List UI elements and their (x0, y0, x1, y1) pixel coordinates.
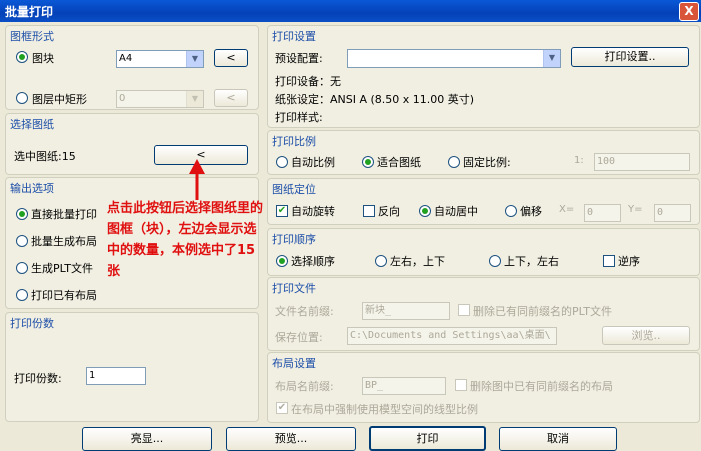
copies-input[interactable]: 1 (86, 367, 146, 385)
scale-fit-label: 适合图纸 (377, 156, 421, 169)
print-style: 打印样式: (275, 111, 323, 124)
scale-ratio-input[interactable]: 100 (594, 153, 690, 171)
print-order-title: 打印顺序 (272, 233, 316, 246)
offset-y-label: Y= (628, 204, 643, 215)
print-settings-group: 打印设置 预设配置: ▼ 打印设置.. 打印设备：无 纸张设定：ANSI A (… (267, 25, 700, 128)
block-combo[interactable]: A4 ▼ (116, 50, 204, 68)
order-reverse-checkbox[interactable] (603, 255, 615, 267)
scale-fixed-radio[interactable] (448, 156, 460, 168)
scale-ratio-prefix: 1: (574, 155, 584, 166)
auto-center-radio[interactable] (419, 205, 431, 217)
scale-auto-radio[interactable] (276, 156, 288, 168)
print-file-group: 打印文件 文件名前缀: 新块_ 删除已有同前缀名的PLT文件 保存位置: C:\… (267, 277, 700, 351)
preset-combo[interactable]: ▼ (347, 49, 561, 68)
print-button[interactable]: 打印 (369, 426, 486, 451)
chevron-down-icon[interactable]: ▼ (186, 91, 203, 107)
layout-settings-title: 布局设置 (272, 357, 316, 370)
save-location-input[interactable]: C:\Documents and Settings\aa\桌面\ (347, 327, 557, 345)
output-direct-label: 直接批量打印 (31, 208, 97, 221)
annotation-text: 点击此按钮后选择图纸里的图框（块），左边会显示选中的数量，本例选中了15张 (107, 201, 264, 279)
block-combo-value: A4 (119, 53, 133, 64)
output-plt-label: 生成PLT文件 (31, 262, 93, 275)
preview-button[interactable]: 预览... (226, 427, 356, 451)
copies-label: 打印份数: (14, 372, 62, 385)
auto-center-label: 自动居中 (434, 205, 478, 218)
sheet-position-group: 图纸定位 ✔ 自动旋转 反向 自动居中 偏移 X= 0 Y= 0 (267, 178, 700, 225)
layer-rect-radio[interactable] (16, 92, 28, 104)
layer-rect-combo[interactable]: 0 ▼ (116, 90, 204, 108)
layer-rect-combo-value: 0 (119, 93, 126, 104)
output-existing-label: 打印已有布局 (31, 289, 97, 302)
delete-plt-checkbox[interactable] (458, 304, 470, 316)
layout-prefix-input[interactable]: BP_ (362, 377, 446, 395)
order-lr-radio[interactable] (375, 255, 387, 267)
order-lr-label: 左右，上下 (390, 255, 445, 268)
annotation-arrow (189, 159, 205, 200)
output-layout-label: 批量生成布局 (31, 235, 97, 248)
output-plt-radio[interactable] (16, 262, 28, 274)
order-select-radio[interactable] (276, 255, 288, 267)
order-ud-label: 上下，左右 (504, 255, 559, 268)
delete-layout-checkbox[interactable] (455, 379, 467, 391)
reverse-label: 反向 (378, 205, 400, 218)
block-label: 图块 (32, 52, 54, 65)
auto-rotate-checkbox[interactable]: ✔ (276, 205, 288, 217)
auto-rotate-label: 自动旋转 (291, 205, 335, 218)
print-order-group: 打印顺序 选择顺序 左右，上下 上下，左右 逆序 (267, 228, 700, 276)
file-prefix-input[interactable]: 新块_ (362, 302, 450, 320)
layout-prefix-label: 布局名前缀: (275, 380, 334, 393)
order-select-label: 选择顺序 (291, 255, 335, 268)
select-sheets-title: 选择图纸 (10, 118, 54, 131)
offset-label: 偏移 (520, 205, 542, 218)
frame-form-group: 图框形式 图块 A4 ▼ < 图层中矩形 0 ▼ < (5, 25, 259, 110)
print-settings-title: 打印设置 (272, 30, 316, 43)
save-location-label: 保存位置: (275, 331, 323, 344)
select-sheets-group: 选择图纸 选中图纸:15 < (5, 113, 259, 175)
order-ud-radio[interactable] (489, 255, 501, 267)
reverse-checkbox[interactable] (363, 205, 375, 217)
output-direct-radio[interactable] (16, 208, 28, 220)
close-button[interactable]: X (679, 2, 699, 21)
offset-y-input[interactable]: 0 (654, 204, 691, 222)
cancel-button[interactable]: 取消 (499, 427, 617, 451)
title-bar: 批量打印 X (0, 0, 701, 22)
delete-plt-label: 删除已有同前缀名的PLT文件 (473, 305, 612, 318)
offset-x-label: X= (559, 204, 575, 215)
model-linetype-label: 在布局中强制使用模型空间的线型比例 (291, 403, 478, 416)
chevron-down-icon[interactable]: ▼ (543, 50, 560, 67)
file-prefix-label: 文件名前缀: (275, 305, 334, 318)
scale-fixed-label: 固定比例: (463, 156, 511, 169)
block-radio[interactable] (16, 51, 28, 63)
browse-button[interactable]: 浏览.. (602, 326, 690, 345)
layer-rect-label: 图层中矩形 (32, 93, 87, 106)
block-pick-button[interactable]: < (214, 49, 248, 67)
selected-count: 选中图纸:15 (14, 150, 76, 163)
chevron-down-icon[interactable]: ▼ (186, 51, 203, 67)
print-device: 打印设备：无 (275, 75, 341, 88)
print-scale-title: 打印比例 (272, 135, 316, 148)
window-title: 批量打印 (5, 5, 54, 19)
offset-x-input[interactable]: 0 (584, 204, 621, 222)
print-file-title: 打印文件 (272, 282, 316, 295)
model-linetype-checkbox[interactable]: ✔ (276, 402, 288, 414)
preset-label: 预设配置: (275, 52, 323, 65)
scale-auto-label: 自动比例 (291, 156, 335, 169)
output-layout-radio[interactable] (16, 235, 28, 247)
sheet-position-title: 图纸定位 (272, 183, 316, 196)
output-options-title: 输出选项 (10, 182, 54, 195)
print-scale-group: 打印比例 自动比例 适合图纸 固定比例: 1: 100 (267, 130, 700, 175)
scale-fit-radio[interactable] (362, 156, 374, 168)
layout-settings-group: 布局设置 布局名前缀: BP_ 删除图中已有同前缀名的布局 ✔ 在布局中强制使用… (267, 352, 700, 423)
print-setup-button[interactable]: 打印设置.. (571, 47, 689, 67)
output-existing-radio[interactable] (16, 289, 28, 301)
copies-group: 打印份数 打印份数: 1 (5, 312, 259, 422)
frame-form-title: 图框形式 (10, 30, 54, 43)
delete-layout-label: 删除图中已有同前缀名的布局 (470, 380, 613, 393)
offset-radio[interactable] (505, 205, 517, 217)
copies-title: 打印份数 (10, 317, 54, 330)
paper-setting: 纸张设定：ANSI A (8.50 x 11.00 英寸) (275, 93, 475, 106)
highlight-button[interactable]: 亮显... (82, 427, 212, 451)
order-reverse-label: 逆序 (618, 255, 640, 268)
layer-rect-pick-button[interactable]: < (214, 89, 248, 107)
